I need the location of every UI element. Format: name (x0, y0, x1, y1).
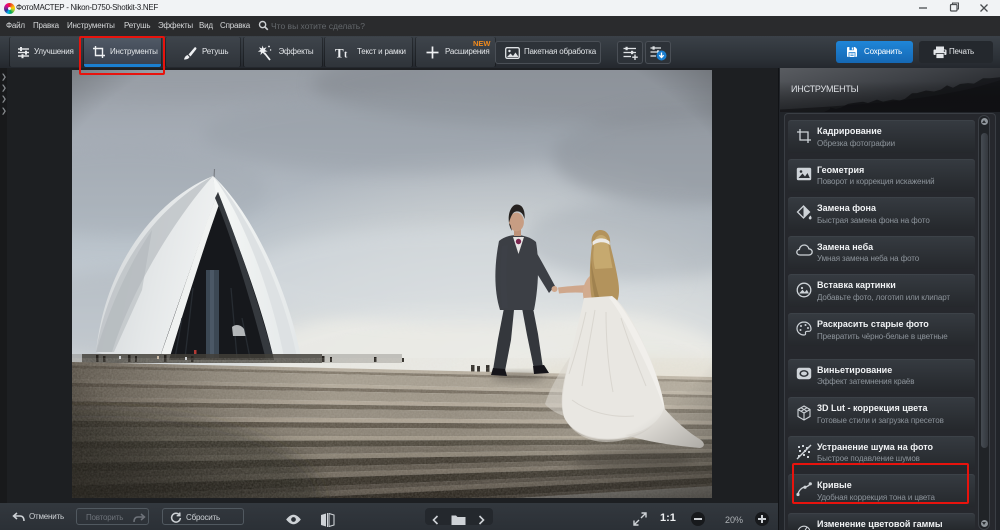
svg-text:T: T (335, 47, 344, 59)
svg-text:t: t (344, 50, 348, 60)
